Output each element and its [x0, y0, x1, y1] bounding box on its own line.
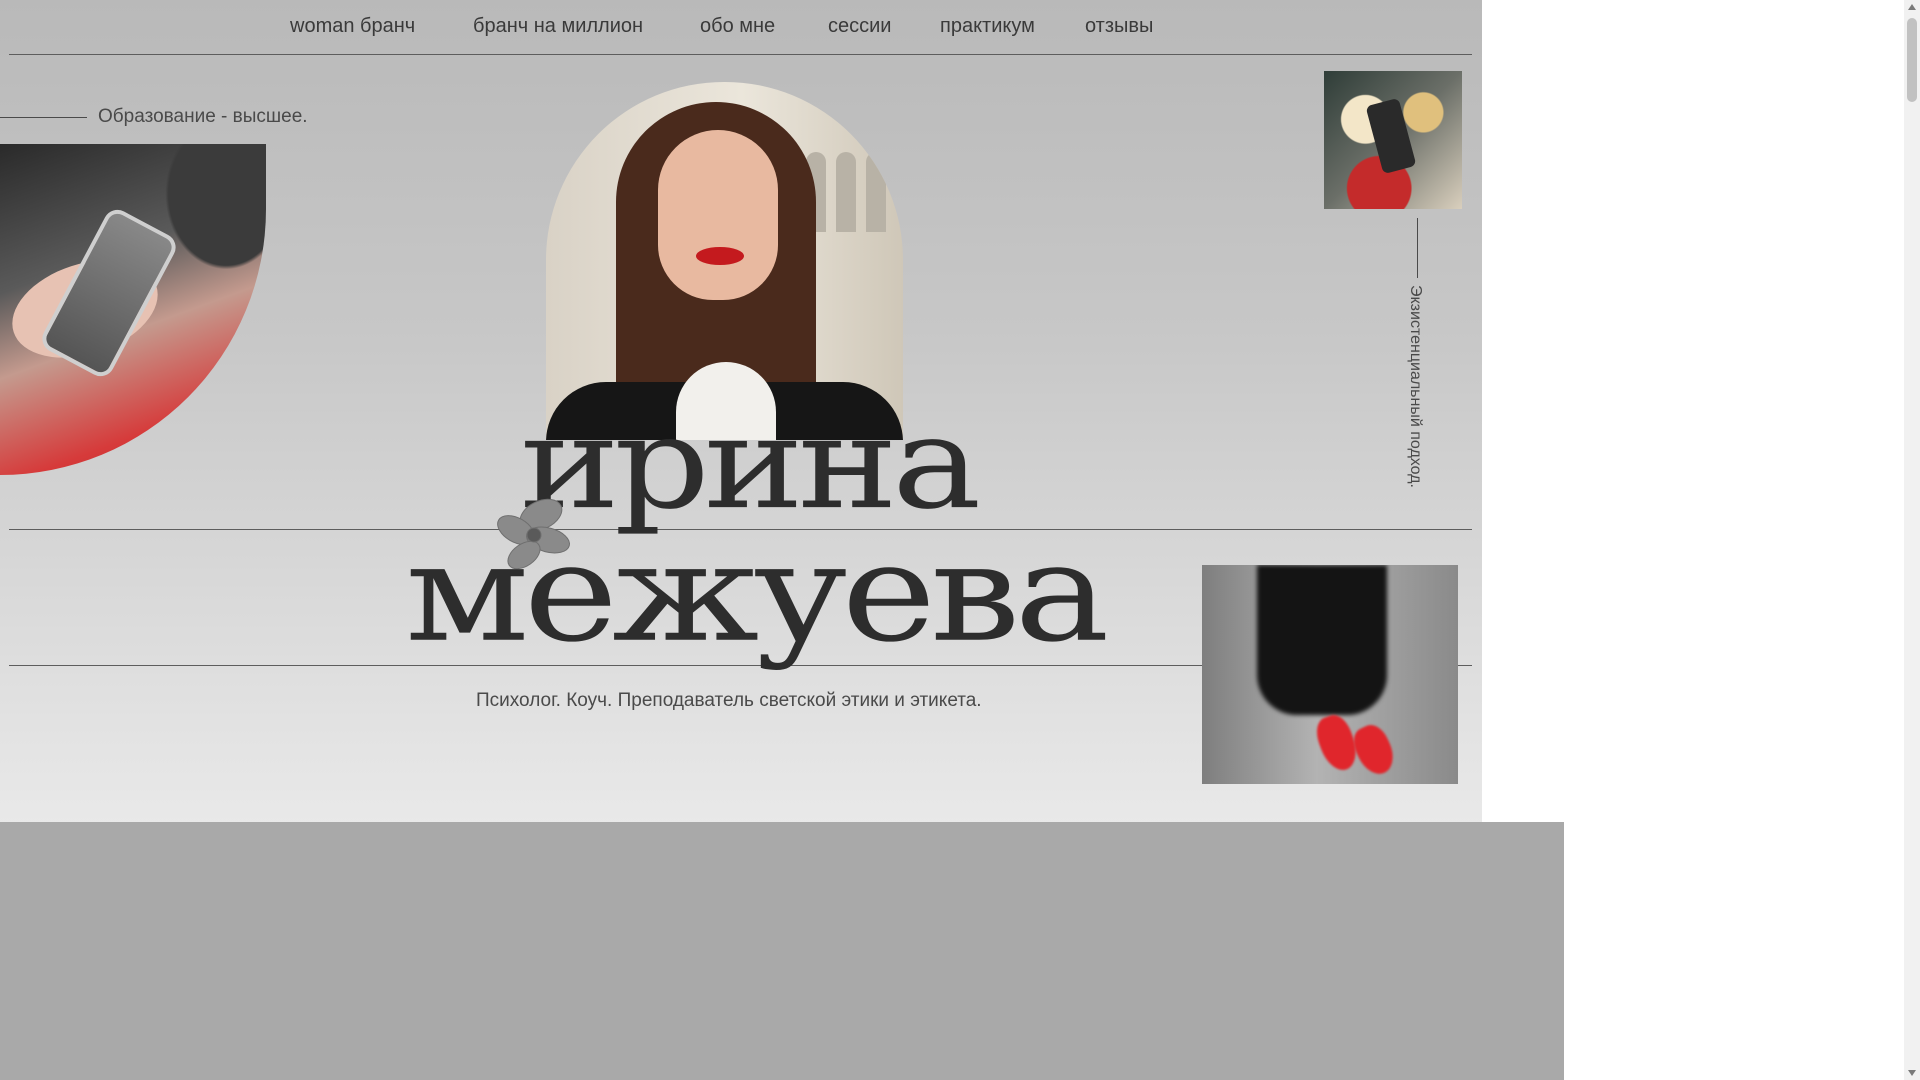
top-navigation: woman бранч бранч на миллион обо мне сес… — [0, 0, 1482, 54]
scroll-up-icon[interactable] — [1908, 4, 1916, 10]
nav-item-reviews[interactable]: отзывы — [1085, 15, 1153, 38]
nav-item-woman-brunch[interactable]: woman бранч — [290, 15, 415, 38]
education-line — [0, 117, 87, 118]
lower-section — [0, 822, 1564, 1080]
profession-subtitle: Психолог. Коуч. Преподаватель светской э… — [476, 690, 982, 711]
name-first: ирина — [520, 389, 981, 538]
nav-item-practicum[interactable]: практикум — [940, 15, 1035, 38]
photo-red-shoes — [1202, 565, 1458, 784]
nav-item-brunch-million[interactable]: бранч на миллион — [473, 15, 643, 38]
name-last: межуева — [405, 513, 1110, 673]
approach-text: Экзистенциальный подход. — [1407, 285, 1424, 488]
photo-cafe-table — [1324, 71, 1462, 209]
nav-divider — [9, 54, 1472, 55]
scrollbar-thumb[interactable] — [1907, 18, 1917, 102]
photo-portrait — [546, 82, 903, 440]
vertical-line — [1417, 218, 1418, 278]
page-scrollbar[interactable] — [1904, 0, 1920, 1080]
education-text: Образование - высшее. — [98, 106, 308, 127]
hero-section: woman бранч бранч на миллион обо мне сес… — [0, 0, 1482, 825]
nav-item-about[interactable]: обо мне — [700, 15, 775, 38]
scroll-down-icon[interactable] — [1908, 1070, 1916, 1076]
nav-item-sessions[interactable]: сессии — [828, 15, 891, 38]
photo-phone-in-car — [0, 144, 266, 475]
